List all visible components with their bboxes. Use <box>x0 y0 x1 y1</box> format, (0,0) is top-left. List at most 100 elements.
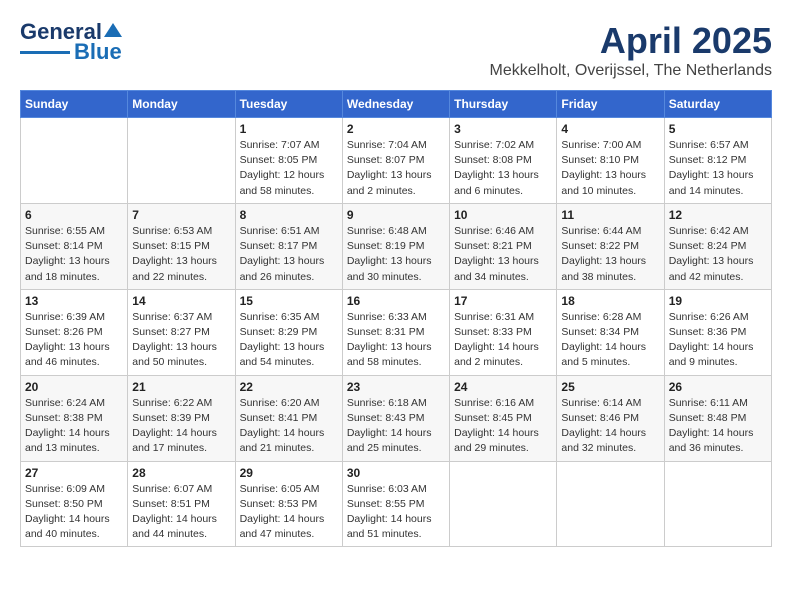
calendar-cell <box>128 118 235 204</box>
day-detail: Sunrise: 6:39 AM Sunset: 8:26 PM Dayligh… <box>25 310 123 371</box>
day-detail: Sunrise: 6:33 AM Sunset: 8:31 PM Dayligh… <box>347 310 445 371</box>
day-detail: Sunrise: 7:07 AM Sunset: 8:05 PM Dayligh… <box>240 138 338 199</box>
calendar-cell: 14Sunrise: 6:37 AM Sunset: 8:27 PM Dayli… <box>128 289 235 375</box>
calendar-cell: 28 Sunrise: 6:07 AM Sunset: 8:51 PM Dayli… <box>128 461 235 547</box>
day-detail: Sunrise: 6:18 AM Sunset: 8:43 PM Dayligh… <box>347 396 445 457</box>
calendar-cell: 9Sunrise: 6:48 AM Sunset: 8:19 PM Daylig… <box>342 203 449 289</box>
calendar-week-row: 6 Sunrise: 6:55 AM Sunset: 8:14 PM Daylig… <box>21 203 772 289</box>
day-detail: Sunrise: 6:11 AM Sunset: 8:48 PM Dayligh… <box>669 396 767 457</box>
day-detail: Sunrise: 6:31 AM Sunset: 8:33 PM Dayligh… <box>454 310 552 371</box>
day-number: 10 <box>454 208 552 222</box>
day-detail: Sunrise: 6:48 AM Sunset: 8:19 PM Dayligh… <box>347 224 445 285</box>
calendar-cell: 3 Sunrise: 7:02 AM Sunset: 8:08 PM Daylig… <box>450 118 557 204</box>
day-number: 1 <box>240 122 338 136</box>
weekday-header: Saturday <box>664 91 771 118</box>
calendar-week-row: 27 Sunrise: 6:09 AM Sunset: 8:50 PM Dayli… <box>21 461 772 547</box>
day-detail: Sunrise: 6:55 AM Sunset: 8:14 PM Dayligh… <box>25 224 123 285</box>
calendar-header-row: SundayMondayTuesdayWednesdayThursdayFrid… <box>21 91 772 118</box>
day-number: 20 <box>25 380 123 394</box>
day-detail: Sunrise: 6:44 AM Sunset: 8:22 PM Dayligh… <box>561 224 659 285</box>
calendar-table: SundayMondayTuesdayWednesdayThursdayFrid… <box>20 90 772 547</box>
logo-underline <box>20 51 70 54</box>
day-number: 30 <box>347 466 445 480</box>
day-number: 29 <box>240 466 338 480</box>
calendar-cell: 1 Sunrise: 7:07 AM Sunset: 8:05 PM Daylig… <box>235 118 342 204</box>
calendar-cell: 16 Sunrise: 6:33 AM Sunset: 8:31 PM Dayli… <box>342 289 449 375</box>
calendar-week-row: 13Sunrise: 6:39 AM Sunset: 8:26 PM Dayli… <box>21 289 772 375</box>
day-detail: Sunrise: 7:02 AM Sunset: 8:08 PM Dayligh… <box>454 138 552 199</box>
calendar-cell: 5Sunrise: 6:57 AM Sunset: 8:12 PM Daylig… <box>664 118 771 204</box>
calendar-cell: 20 Sunrise: 6:24 AM Sunset: 8:38 PM Dayli… <box>21 375 128 461</box>
day-number: 25 <box>561 380 659 394</box>
day-number: 11 <box>561 208 659 222</box>
weekday-header: Tuesday <box>235 91 342 118</box>
day-number: 22 <box>240 380 338 394</box>
day-detail: Sunrise: 6:24 AM Sunset: 8:38 PM Dayligh… <box>25 396 123 457</box>
day-detail: Sunrise: 6:28 AM Sunset: 8:34 PM Dayligh… <box>561 310 659 371</box>
calendar-cell: 29 Sunrise: 6:05 AM Sunset: 8:53 PM Dayli… <box>235 461 342 547</box>
day-number: 15 <box>240 294 338 308</box>
calendar-title: April 2025 <box>490 20 773 62</box>
calendar-cell: 6 Sunrise: 6:55 AM Sunset: 8:14 PM Daylig… <box>21 203 128 289</box>
calendar-cell: 22 Sunrise: 6:20 AM Sunset: 8:41 PM Dayli… <box>235 375 342 461</box>
day-detail: Sunrise: 6:57 AM Sunset: 8:12 PM Dayligh… <box>669 138 767 199</box>
day-number: 19 <box>669 294 767 308</box>
calendar-cell: 17Sunrise: 6:31 AM Sunset: 8:33 PM Dayli… <box>450 289 557 375</box>
day-number: 6 <box>25 208 123 222</box>
day-number: 12 <box>669 208 767 222</box>
calendar-subtitle: Mekkelholt, Overijssel, The Netherlands <box>490 62 773 80</box>
weekday-header: Sunday <box>21 91 128 118</box>
calendar-cell: 18 Sunrise: 6:28 AM Sunset: 8:34 PM Dayli… <box>557 289 664 375</box>
day-detail: Sunrise: 6:42 AM Sunset: 8:24 PM Dayligh… <box>669 224 767 285</box>
weekday-header: Thursday <box>450 91 557 118</box>
day-number: 26 <box>669 380 767 394</box>
day-detail: Sunrise: 6:16 AM Sunset: 8:45 PM Dayligh… <box>454 396 552 457</box>
calendar-cell: 12 Sunrise: 6:42 AM Sunset: 8:24 PM Dayli… <box>664 203 771 289</box>
day-detail: Sunrise: 7:00 AM Sunset: 8:10 PM Dayligh… <box>561 138 659 199</box>
weekday-header: Monday <box>128 91 235 118</box>
day-number: 3 <box>454 122 552 136</box>
day-number: 16 <box>347 294 445 308</box>
calendar-cell <box>557 461 664 547</box>
title-block: April 2025 Mekkelholt, Overijssel, The N… <box>490 20 773 80</box>
day-detail: Sunrise: 6:51 AM Sunset: 8:17 PM Dayligh… <box>240 224 338 285</box>
day-number: 24 <box>454 380 552 394</box>
day-number: 27 <box>25 466 123 480</box>
calendar-week-row: 20 Sunrise: 6:24 AM Sunset: 8:38 PM Dayli… <box>21 375 772 461</box>
calendar-cell: 24 Sunrise: 6:16 AM Sunset: 8:45 PM Dayli… <box>450 375 557 461</box>
calendar-cell: 10Sunrise: 6:46 AM Sunset: 8:21 PM Dayli… <box>450 203 557 289</box>
calendar-cell: 15 Sunrise: 6:35 AM Sunset: 8:29 PM Dayli… <box>235 289 342 375</box>
calendar-cell: 4Sunrise: 7:00 AM Sunset: 8:10 PM Daylig… <box>557 118 664 204</box>
day-number: 8 <box>240 208 338 222</box>
day-detail: Sunrise: 6:53 AM Sunset: 8:15 PM Dayligh… <box>132 224 230 285</box>
day-detail: Sunrise: 6:03 AM Sunset: 8:55 PM Dayligh… <box>347 482 445 543</box>
calendar-cell: 7Sunrise: 6:53 AM Sunset: 8:15 PM Daylig… <box>128 203 235 289</box>
day-detail: Sunrise: 6:05 AM Sunset: 8:53 PM Dayligh… <box>240 482 338 543</box>
calendar-cell: 13Sunrise: 6:39 AM Sunset: 8:26 PM Dayli… <box>21 289 128 375</box>
calendar-cell: 25 Sunrise: 6:14 AM Sunset: 8:46 PM Dayli… <box>557 375 664 461</box>
day-number: 28 <box>132 466 230 480</box>
calendar-cell: 2Sunrise: 7:04 AM Sunset: 8:07 PM Daylig… <box>342 118 449 204</box>
day-detail: Sunrise: 6:09 AM Sunset: 8:50 PM Dayligh… <box>25 482 123 543</box>
calendar-cell: 30 Sunrise: 6:03 AM Sunset: 8:55 PM Dayli… <box>342 461 449 547</box>
day-number: 21 <box>132 380 230 394</box>
calendar-cell: 21Sunrise: 6:22 AM Sunset: 8:39 PM Dayli… <box>128 375 235 461</box>
day-detail: Sunrise: 6:37 AM Sunset: 8:27 PM Dayligh… <box>132 310 230 371</box>
page-header: General Blue April 2025 Mekkelholt, Over… <box>20 20 772 80</box>
day-number: 18 <box>561 294 659 308</box>
calendar-cell: 11 Sunrise: 6:44 AM Sunset: 8:22 PM Dayli… <box>557 203 664 289</box>
calendar-week-row: 1 Sunrise: 7:07 AM Sunset: 8:05 PM Daylig… <box>21 118 772 204</box>
logo: General Blue <box>20 20 122 64</box>
calendar-cell: 19 Sunrise: 6:26 AM Sunset: 8:36 PM Dayli… <box>664 289 771 375</box>
day-detail: Sunrise: 6:26 AM Sunset: 8:36 PM Dayligh… <box>669 310 767 371</box>
logo-text-blue: Blue <box>74 40 122 64</box>
calendar-cell: 26 Sunrise: 6:11 AM Sunset: 8:48 PM Dayli… <box>664 375 771 461</box>
calendar-cell <box>664 461 771 547</box>
calendar-cell <box>21 118 128 204</box>
day-detail: Sunrise: 6:07 AM Sunset: 8:51 PM Dayligh… <box>132 482 230 543</box>
day-number: 23 <box>347 380 445 394</box>
calendar-cell: 27 Sunrise: 6:09 AM Sunset: 8:50 PM Dayli… <box>21 461 128 547</box>
day-detail: Sunrise: 6:14 AM Sunset: 8:46 PM Dayligh… <box>561 396 659 457</box>
day-detail: Sunrise: 6:20 AM Sunset: 8:41 PM Dayligh… <box>240 396 338 457</box>
day-detail: Sunrise: 6:35 AM Sunset: 8:29 PM Dayligh… <box>240 310 338 371</box>
